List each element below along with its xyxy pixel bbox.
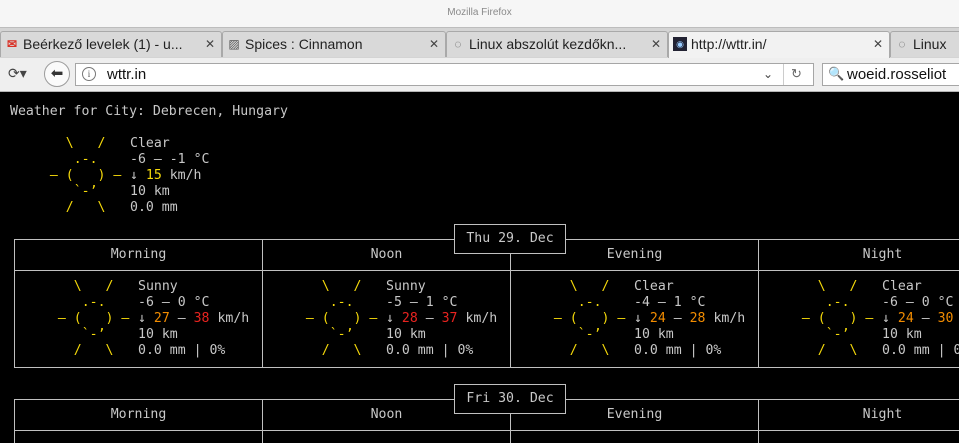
sun-icon: \ / .-. ― ( ) ― `-’ / \	[49, 136, 122, 215]
condition: Sunny	[386, 279, 426, 294]
column-header-morning: Morning	[110, 247, 167, 262]
tab-linux-kezdoknek[interactable]: ◌ Linux abszolút kezdőkn... ✕	[446, 31, 668, 57]
column-header-evening: Evening	[606, 247, 663, 262]
precip: 0.0 mm | 0%	[882, 343, 959, 358]
close-icon[interactable]: ✕	[651, 37, 661, 51]
temp-high: 1	[425, 295, 434, 310]
column-header-night: Night	[862, 247, 903, 262]
condition: Clear	[634, 279, 674, 294]
forecast-cell-noon: Sunny -5 – 1 °C ↓ 28 – 37 km/h 10 km 0.0…	[386, 279, 498, 358]
window-title: Mozilla Firefox	[447, 7, 512, 18]
search-input[interactable]	[847, 65, 959, 84]
table-border	[14, 367, 959, 368]
wind-low: 24	[649, 311, 666, 326]
wind-low: 27	[153, 311, 170, 326]
precip: 0.0 mm | 0%	[634, 343, 722, 358]
visibility: 10 km	[138, 327, 178, 342]
sun-icon: \ / .-. ― ( ) ― `-’ / \	[305, 279, 378, 358]
loading-icon: ◌	[898, 37, 906, 51]
temp-low: -6	[138, 295, 154, 310]
weather-location-title: Weather for City: Debrecen, Hungary	[10, 104, 288, 119]
moon-clear-icon: \ / .-. ― ( ) ― `-’ / \	[801, 279, 874, 358]
close-icon[interactable]: ✕	[429, 37, 439, 51]
tab-label: Beérkező levelek (1) - u...	[23, 36, 183, 52]
wind-high: 37	[441, 311, 458, 326]
wind-low: 28	[401, 311, 418, 326]
column-header-noon: Noon	[370, 247, 403, 262]
temp-unit: °C	[193, 152, 210, 167]
gmail-icon: ✉	[6, 37, 18, 51]
chevron-down-icon[interactable]: ⌄	[763, 67, 773, 81]
current-visibility: 10 km	[130, 184, 170, 199]
sun-icon: \ / .-. ― ( ) ― `-’ / \	[57, 279, 130, 358]
tab-label: Spices : Cinnamon	[245, 36, 363, 52]
current-conditions: Clear -6 – -1 °C ↓ 15 km/h 10 km 0.0 mm	[130, 136, 210, 215]
reload-icon[interactable]: ↻	[791, 66, 802, 82]
page-icon: ◉	[673, 37, 687, 51]
window-titlebar: Mozilla Firefox	[0, 0, 959, 27]
column-header-night: Night	[862, 407, 903, 422]
close-icon[interactable]: ✕	[205, 37, 215, 51]
tab-spices[interactable]: ▨ Spices : Cinnamon ✕	[222, 31, 446, 57]
wind-high: 28	[689, 311, 706, 326]
visibility: 10 km	[882, 327, 922, 342]
current-precip: 0.0 mm	[130, 200, 178, 215]
condition: Sunny	[138, 279, 178, 294]
sun-icon: \ / .-. ― ( ) ― `-’ / \	[553, 279, 626, 358]
history-icon[interactable]: ⟳▾	[8, 65, 27, 82]
tab-linux-partial[interactable]: ◌ Linux a	[890, 31, 959, 57]
forecast-cell-night: Clear -6 – 0 °C ↓ 24 – 30 km/h 10 km 0.0…	[882, 279, 959, 359]
temp-low: -4	[634, 295, 650, 310]
current-wind: 15	[145, 168, 162, 183]
column-header-evening: Evening	[606, 407, 663, 422]
info-icon[interactable]: i	[82, 67, 96, 81]
precip: 0.0 mm | 0%	[386, 343, 474, 358]
search-icon: 🔍	[828, 66, 845, 81]
close-icon[interactable]: ✕	[873, 37, 883, 51]
condition: Clear	[882, 279, 922, 294]
precip: 0.0 mm | 0%	[138, 343, 226, 358]
column-header-noon: Noon	[370, 407, 403, 422]
temp-low: -5	[386, 295, 402, 310]
search-bar[interactable]: 🔍	[822, 63, 959, 86]
current-temp-high: -1	[169, 152, 186, 167]
temp-high: 1	[673, 295, 682, 310]
table-border	[14, 270, 959, 271]
navigation-toolbar: ⟳▾ ⬅ i ⌄ ↻ 🔍	[0, 58, 959, 92]
forecast-cell-morning: Sunny -6 – 0 °C ↓ 27 – 38 km/h 10 km 0.0…	[138, 279, 250, 358]
wind-low: 24	[897, 311, 914, 326]
current-temp-low: -6	[130, 152, 146, 167]
visibility: 10 km	[386, 327, 426, 342]
url-separator	[783, 64, 784, 85]
temp-high: 0	[177, 295, 186, 310]
spices-icon: ▨	[228, 37, 240, 51]
tab-label: Linux a	[913, 36, 949, 52]
wind-high: 30	[937, 311, 954, 326]
column-header-morning: Morning	[110, 407, 167, 422]
tab-gmail[interactable]: ✉ Beérkező levelek (1) - u... ✕	[0, 31, 222, 57]
wind-high: 38	[193, 311, 210, 326]
current-condition: Clear	[130, 136, 170, 151]
back-button[interactable]: ⬅	[44, 61, 70, 87]
temp-high: 0	[921, 295, 930, 310]
tab-wttr[interactable]: ◉ http://wttr.in/ ✕	[668, 31, 890, 59]
arrow-left-icon: ⬅	[50, 65, 64, 82]
tab-label: http://wttr.in/	[691, 36, 767, 52]
tab-strip: ✉ Beérkező levelek (1) - u... ✕ ▨ Spices…	[0, 27, 959, 59]
url-input[interactable]	[107, 65, 757, 84]
loading-icon: ◌	[454, 37, 462, 51]
table-border	[14, 430, 959, 431]
address-bar[interactable]: i ⌄ ↻	[75, 63, 814, 86]
temp-low: -6	[882, 295, 898, 310]
visibility: 10 km	[634, 327, 674, 342]
forecast-cell-evening: Clear -4 – 1 °C ↓ 24 – 28 km/h 10 km 0.0…	[634, 279, 746, 358]
page-content: Weather for City: Debrecen, Hungary \ / …	[0, 92, 959, 443]
wind-unit: km/h	[169, 168, 202, 183]
tab-label: Linux abszolút kezdőkn...	[469, 36, 627, 52]
